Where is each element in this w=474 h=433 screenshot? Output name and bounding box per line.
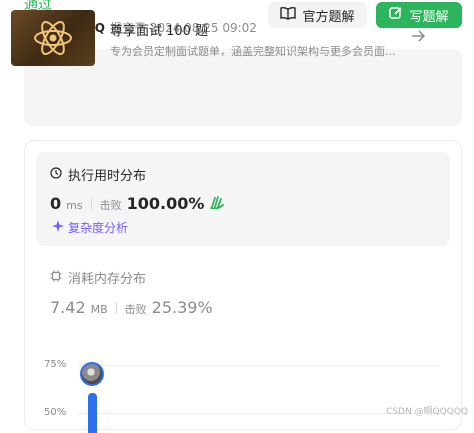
memory-beat-label: 击败: [124, 303, 147, 316]
user-position-avatar: [80, 362, 104, 386]
official-solution-label: 官方题解: [302, 9, 355, 25]
watermark: CSDN @啊QQQQQ: [386, 407, 468, 417]
gridline: [78, 365, 440, 366]
y-tick-label: 50%: [44, 407, 67, 418]
memory-beat-value: 25.39%: [151, 298, 213, 317]
memory-unit: MB: [90, 303, 108, 316]
atom-icon: [11, 10, 95, 66]
clock-icon: [50, 166, 62, 183]
memory-heading[interactable]: 消耗内存分布: [50, 268, 146, 287]
divider: [115, 301, 117, 314]
chart-bar[interactable]: [88, 393, 97, 433]
clap-icon: [209, 194, 225, 213]
runtime-values: 0 ms 击败 100.00%: [50, 194, 225, 213]
promo-title: 尊享面试 100 题: [110, 24, 209, 39]
edit-icon: [389, 6, 403, 24]
memory-value: 7.42: [50, 298, 86, 317]
promo-description: 专为会员定制面试题单，涵盖完整知识架构与更多会员面...: [110, 45, 396, 58]
runtime-heading: 执行用时分布: [50, 165, 146, 184]
runtime-beat-value: 100.00%: [126, 194, 205, 213]
sparkle-icon: [52, 220, 64, 235]
chip-icon: [50, 270, 62, 286]
runtime-beat-label: 击败: [99, 199, 122, 212]
runtime-unit: ms: [66, 199, 83, 212]
memory-values: 7.42 MB 击败 25.39%: [50, 298, 213, 317]
divider: [90, 197, 92, 210]
y-tick-label: 75%: [44, 359, 67, 370]
complexity-label: 复杂度分析: [68, 221, 129, 235]
runtime-value: 0: [50, 194, 62, 213]
write-solution-label: 写题解: [409, 9, 449, 25]
write-solution-button[interactable]: 写题解: [376, 2, 462, 28]
runtime-heading-text: 执行用时分布: [68, 169, 147, 184]
complexity-analysis-link[interactable]: 复杂度分析: [52, 219, 128, 236]
arrow-right-icon[interactable]: [410, 28, 426, 44]
official-solution-button[interactable]: 官方题解: [268, 2, 367, 28]
memory-heading-text: 消耗内存分布: [68, 272, 147, 287]
book-icon: [280, 6, 297, 24]
